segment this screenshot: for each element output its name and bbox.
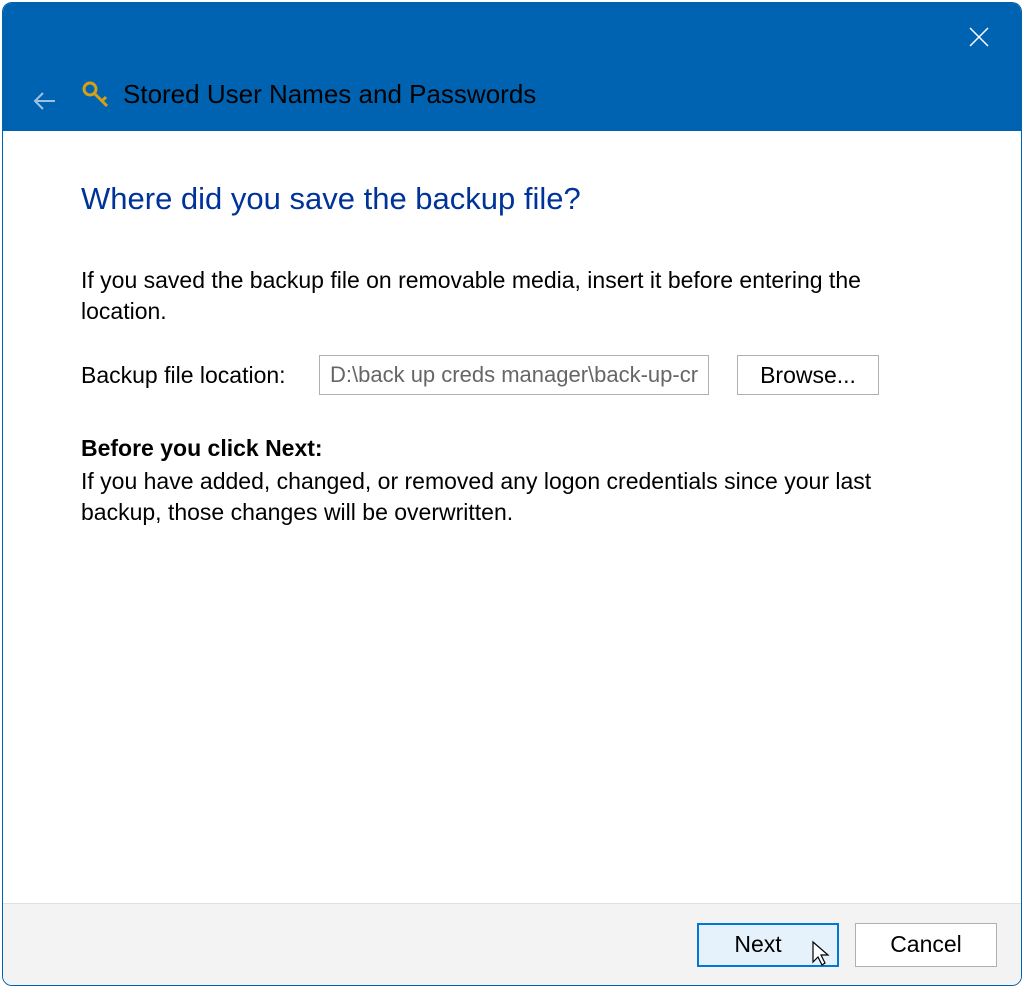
- titlebar: Stored User Names and Passwords: [3, 3, 1021, 131]
- backup-path-input[interactable]: [319, 355, 709, 395]
- warning-text: If you have added, changed, or removed a…: [81, 466, 881, 528]
- window-title: Stored User Names and Passwords: [123, 79, 536, 110]
- close-button[interactable]: [955, 13, 1003, 61]
- warning-heading: Before you click Next:: [81, 435, 943, 462]
- location-row: Backup file location: Browse...: [81, 355, 943, 395]
- back-button[interactable]: [25, 81, 65, 121]
- cancel-button[interactable]: Cancel: [855, 923, 997, 967]
- key-icon: [81, 80, 111, 110]
- instruction-text: If you saved the backup file on removabl…: [81, 265, 881, 327]
- title-group: Stored User Names and Passwords: [81, 79, 536, 110]
- next-button[interactable]: Next: [697, 923, 839, 967]
- arrow-left-icon: [31, 87, 59, 115]
- footer: Next Cancel: [3, 903, 1021, 985]
- content-area: Where did you save the backup file? If y…: [3, 131, 1021, 903]
- browse-button[interactable]: Browse...: [737, 355, 879, 395]
- wizard-window: Stored User Names and Passwords Where di…: [2, 2, 1022, 986]
- page-heading: Where did you save the backup file?: [81, 181, 943, 217]
- close-icon: [967, 25, 991, 49]
- location-label: Backup file location:: [81, 362, 291, 389]
